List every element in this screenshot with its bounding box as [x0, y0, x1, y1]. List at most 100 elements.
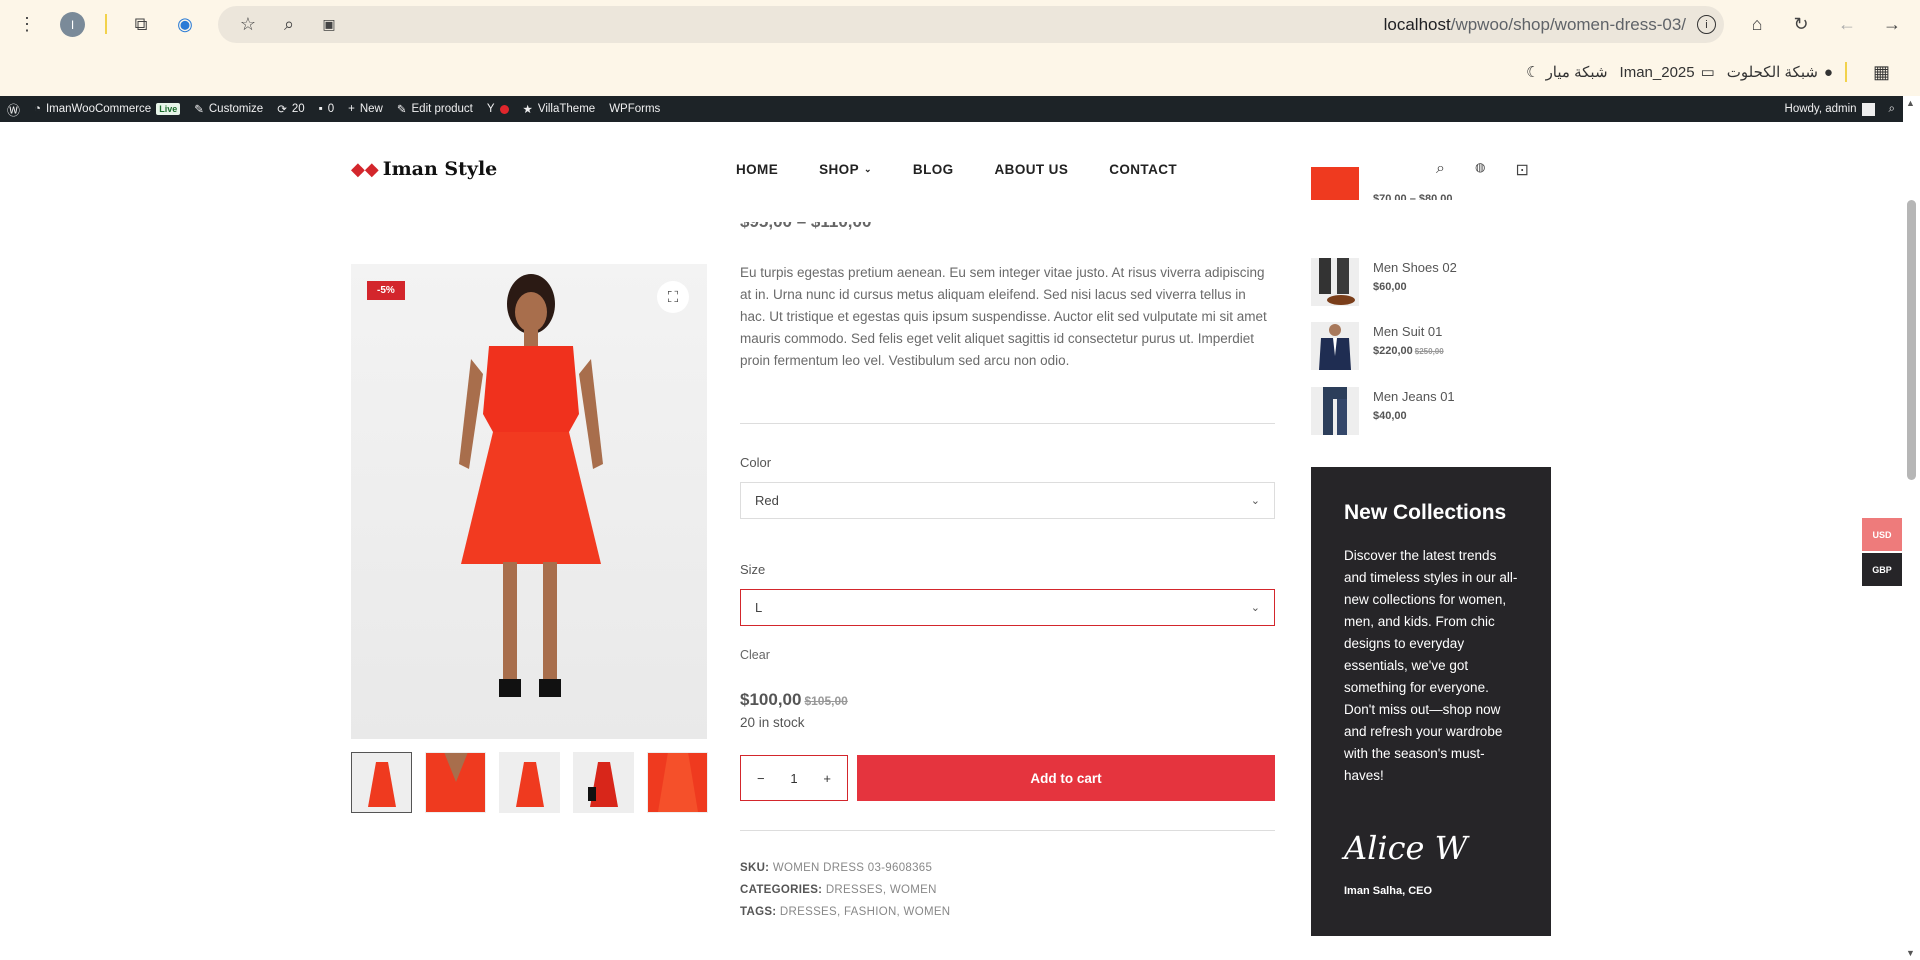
- scrollbar-thumb[interactable]: [1907, 200, 1916, 480]
- folder-icon: ▭: [1700, 64, 1715, 81]
- pencil-icon: ✎: [396, 104, 407, 116]
- bookmark-2[interactable]: Iman_2025 ▭: [1620, 63, 1715, 82]
- thumbnail-4[interactable]: [573, 752, 634, 813]
- scroll-down-arrow-icon[interactable]: ▼: [1906, 948, 1915, 958]
- add-to-cart-button[interactable]: Add to cart: [857, 755, 1275, 801]
- currency-gbp[interactable]: GBP: [1862, 553, 1902, 586]
- scroll-up-arrow-icon[interactable]: ▲: [1906, 98, 1915, 108]
- stock-status: 20 in stock: [740, 715, 805, 730]
- translate-icon[interactable]: ▣: [313, 8, 345, 40]
- site-info-icon[interactable]: i: [1697, 15, 1716, 34]
- plus-icon: +: [348, 103, 355, 115]
- chevron-down-icon: ⌄: [1250, 602, 1260, 614]
- product-price: $220,00 $250,00: [1373, 345, 1444, 357]
- edit-product-link[interactable]: ✎ Edit product: [390, 96, 480, 122]
- thumbnail-5[interactable]: [647, 752, 708, 813]
- site-logo[interactable]: ◆◆ Iman Style: [351, 158, 497, 180]
- product-thumb: [1311, 322, 1359, 370]
- chevron-down-icon: ⌄: [1250, 495, 1260, 507]
- wordpress-logo-icon[interactable]: Ⓦ: [0, 96, 27, 122]
- moon-icon: ☾: [1526, 64, 1540, 81]
- live-badge: Live: [156, 103, 181, 115]
- extensions-icon[interactable]: ⧉: [125, 8, 157, 40]
- ceo-name: Iman Salha, CEO: [1344, 885, 1433, 897]
- url-text[interactable]: localhost/wpwoo/shop/women-dress-03/: [1384, 15, 1686, 35]
- back-icon[interactable]: →: [1876, 8, 1908, 40]
- yoast-link[interactable]: Y: [480, 96, 516, 122]
- promo-box: New Collections Discover the latest tren…: [1311, 467, 1551, 936]
- forward-icon[interactable]: ←: [1831, 8, 1863, 40]
- size-label: Size: [740, 562, 766, 577]
- minus-icon[interactable]: −: [757, 771, 765, 786]
- sidebar-product[interactable]: Men Jeans 01 $40,00: [1311, 387, 1455, 435]
- search-icon[interactable]: ⌕: [1436, 160, 1445, 180]
- product-price: $40,00: [1373, 410, 1407, 422]
- villatheme-link[interactable]: ★ VillaTheme: [516, 96, 603, 122]
- product-name: Men Shoes 02: [1373, 260, 1457, 275]
- customize-link[interactable]: ✎ Customize: [187, 96, 270, 122]
- thumbnail-3[interactable]: [499, 752, 560, 813]
- nav-contact[interactable]: CONTACT: [1109, 162, 1177, 177]
- menu-icon[interactable]: ⋮: [11, 8, 43, 40]
- clear-link[interactable]: Clear: [740, 648, 770, 662]
- zoom-icon[interactable]: ⌕: [273, 8, 305, 40]
- wpforms-link[interactable]: WPForms: [602, 96, 667, 122]
- currency-usd[interactable]: USD: [1862, 518, 1902, 551]
- jeans-image: [1323, 387, 1347, 435]
- cart-icon[interactable]: ⊡: [1515, 160, 1528, 180]
- bookmark-star-icon[interactable]: ☆: [232, 8, 264, 40]
- bookmark-3[interactable]: ☾ شبكة ميار: [1526, 63, 1607, 81]
- tags-row: TAGS: DRESSES, FASHION, WOMEN: [740, 906, 951, 918]
- header-bottom-edge: [1300, 200, 1560, 217]
- promo-title: New Collections: [1344, 501, 1507, 524]
- globe-extension-icon[interactable]: ◉: [169, 8, 201, 40]
- categories-row: CATEGORIES: DRESSES, WOMEN: [740, 884, 937, 896]
- new-link[interactable]: + New: [341, 96, 390, 122]
- chevron-down-icon: ⌄: [863, 164, 872, 174]
- howdy-link[interactable]: Howdy, admin: [1778, 96, 1882, 122]
- thumb-closeup-image: [444, 753, 468, 782]
- size-select[interactable]: L ⌄: [740, 589, 1275, 626]
- reload-icon[interactable]: ↻: [1785, 8, 1817, 40]
- comments-link[interactable]: ▪ 0: [312, 96, 341, 122]
- product-description: Eu turpis egestas pretium aenean. Eu sem…: [740, 265, 1267, 368]
- sidebar-product[interactable]: Men Suit 01 $220,00 $250,00: [1311, 322, 1444, 370]
- thumb-fabric-image: [658, 753, 698, 812]
- apps-grid-icon[interactable]: ▦: [1873, 62, 1890, 83]
- profile-avatar[interactable]: I: [60, 12, 85, 37]
- fullscreen-icon[interactable]: ⛶: [657, 281, 689, 313]
- main-nav: HOME SHOP ⌄ BLOG ABOUT US CONTACT: [736, 162, 1177, 177]
- yoast-icon: Y: [486, 103, 495, 115]
- site-name-link[interactable]: ◔ ImanWooCommerce Live: [27, 96, 187, 122]
- product-name: Men Jeans 01: [1373, 389, 1455, 404]
- header-icons: ⌕ ◍ ⊡: [1436, 160, 1529, 180]
- dress-model-image: [459, 274, 603, 697]
- product-main-image[interactable]: -5% ⛶: [351, 264, 707, 739]
- thumbnail-2[interactable]: [425, 752, 486, 813]
- nav-blog[interactable]: BLOG: [913, 162, 954, 177]
- signature: Alice W: [1344, 829, 1468, 867]
- quantity-value[interactable]: 1: [790, 771, 797, 786]
- globe-icon: ●: [1823, 63, 1833, 81]
- sidebar-product[interactable]: Men Shoes 02 $60,00: [1311, 258, 1457, 306]
- thumbnail-1[interactable]: [351, 752, 412, 813]
- nav-shop[interactable]: SHOP ⌄: [819, 162, 872, 177]
- home-icon[interactable]: ⌂: [1741, 8, 1773, 40]
- seo-status-dot: [499, 104, 509, 114]
- quantity-stepper[interactable]: − 1 +: [740, 755, 848, 801]
- bookmark-1[interactable]: شبكة الكحلوت ●: [1727, 63, 1833, 82]
- account-image-icon[interactable]: ◍: [1475, 160, 1485, 180]
- address-bar[interactable]: ☆ ⌕ ▣ localhost/wpwoo/shop/women-dress-0…: [218, 6, 1724, 43]
- nav-home[interactable]: HOME: [736, 162, 778, 177]
- updates-link[interactable]: ⟳ 20: [270, 96, 311, 122]
- plus-icon[interactable]: +: [823, 771, 831, 786]
- page-scrollbar[interactable]: ▲ ▼: [1903, 96, 1920, 960]
- sku-row: SKU: WOMEN DRESS 03-9608365: [740, 862, 933, 874]
- thumb-dress-image: [367, 762, 396, 807]
- color-select[interactable]: Red ⌄: [740, 482, 1275, 519]
- categories-links[interactable]: DRESSES, WOMEN: [826, 884, 937, 896]
- nav-about[interactable]: ABOUT US: [995, 162, 1069, 177]
- tags-links[interactable]: DRESSES, FASHION, WOMEN: [780, 906, 950, 918]
- divider: [740, 423, 1275, 424]
- thumb-dress-image: [515, 762, 544, 807]
